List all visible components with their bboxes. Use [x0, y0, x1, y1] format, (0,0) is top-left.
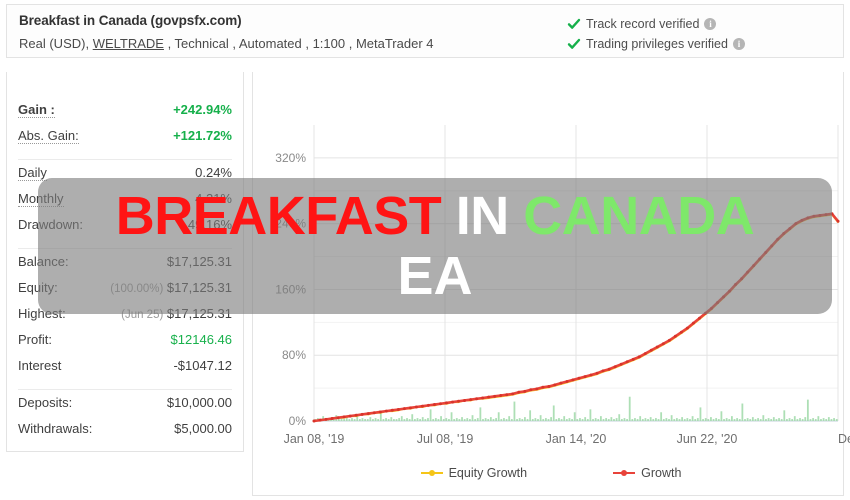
badge-track-record: Track record verified i	[567, 14, 745, 34]
stats-row-label: Drawdown:	[18, 217, 84, 232]
stats-row-label: Highest:	[18, 306, 66, 321]
stats-row: Abs. Gain: +121.72%	[7, 128, 243, 154]
y-axis-tick-label: 0%	[289, 414, 307, 428]
stats-row-label: Profit:	[18, 332, 52, 347]
stats-divider	[18, 159, 232, 160]
legend-swatch	[420, 470, 443, 476]
x-axis-tick-label: Jul 08, '19	[417, 432, 474, 446]
stats-row: Drawdown: 49.16%	[7, 217, 243, 243]
x-axis-tick-label: Jan 08, '19	[284, 432, 345, 446]
stats-row-label: Monthly	[18, 191, 64, 207]
stats-row-value: 4.21%	[195, 191, 232, 206]
stats-row-value: (100.00%) $17,125.31	[110, 280, 232, 295]
stats-row-label: Daily	[18, 165, 47, 181]
stats-divider	[18, 389, 232, 390]
y-axis-tick-label: 80%	[282, 348, 306, 362]
legend-label: Growth	[641, 466, 682, 480]
info-icon[interactable]: i	[704, 18, 717, 30]
stats-row-value: +242.94%	[173, 102, 232, 117]
stats-row-value: $17,125.31	[166, 254, 232, 269]
badge-trading-privileges: Trading privileges verified i	[567, 34, 745, 54]
stats-row-value: 49.16%	[187, 217, 232, 232]
info-icon[interactable]: i	[732, 38, 745, 50]
badge-trading-privileges-label: Trading privileges verified	[586, 37, 728, 51]
legend-item[interactable]: Equity Growth	[420, 466, 528, 480]
stats-row-value: $5,000.00	[174, 421, 232, 436]
stats-row-amount: $17,125.31	[166, 280, 232, 295]
badge-track-record-label: Track record verified	[586, 17, 700, 31]
stats-row-value: +121.72%	[173, 128, 232, 143]
stats-row-note: (Jun 25)	[121, 309, 164, 321]
x-axis-tick-label: Dec 02	[838, 432, 850, 446]
stats-row-label: Gain :	[18, 102, 55, 118]
stats-row: Equity: (100.00%) $17,125.31	[7, 280, 243, 306]
account-header-card: Breakfast in Canada (govpsfx.com) Real (…	[6, 4, 844, 58]
stats-row-label: Abs. Gain:	[18, 128, 79, 144]
stats-row-label: Deposits:	[18, 395, 73, 410]
stats-row-amount: $17,125.31	[166, 306, 232, 321]
y-axis-tick-label: 160%	[275, 282, 306, 296]
stats-row: Monthly 4.21%	[7, 191, 243, 217]
stats-panel: Gain : +242.94% Abs. Gain: +121.72% Daily 0.2…	[6, 72, 244, 452]
stats-row-value: (Jun 25) $17,125.31	[121, 306, 232, 321]
stats-row: Withdrawals: $5,000.00	[7, 421, 243, 447]
legend-item[interactable]: Growth	[613, 466, 681, 480]
stats-row-value: $10,000.00	[166, 395, 232, 410]
stats-row-label: Withdrawals:	[18, 421, 93, 436]
x-axis-tick-label: Jan 14, '20	[546, 432, 607, 446]
stats-divider	[18, 248, 232, 249]
stats-row: Deposits: $10,000.00	[7, 395, 243, 421]
legend-label: Equity Growth	[448, 466, 528, 480]
stats-row-value: $12146.46	[170, 332, 232, 347]
stats-row-note: (100.00%)	[110, 283, 164, 295]
account-meta: Real (USD), WELTRADE , Technical , Autom…	[19, 36, 434, 51]
stats-row: Profit: $12146.46	[7, 332, 243, 358]
broker-link[interactable]: WELTRADE	[93, 36, 164, 51]
x-axis-tick-label: Jun 22, '20	[677, 432, 738, 446]
check-icon	[567, 37, 581, 51]
check-icon	[567, 17, 581, 31]
account-type: Real (USD),	[19, 36, 93, 51]
legend-swatch	[613, 470, 636, 476]
page-title: Breakfast in Canada (govpsfx.com)	[19, 13, 242, 28]
stats-row-value: -$1047.12	[173, 358, 232, 373]
account-details: , Technical , Automated , 1:100 , MetaTr…	[163, 36, 434, 51]
stats-row: Daily 0.24%	[7, 165, 243, 191]
stats-row-label: Balance:	[18, 254, 69, 269]
stats-row: Gain : +242.94%	[7, 102, 243, 128]
y-axis-tick-label: 240%	[275, 217, 306, 231]
stats-row: Interest -$1047.12	[7, 358, 243, 384]
stats-row-value: 0.24%	[195, 165, 232, 180]
stats-row-label: Equity:	[18, 280, 58, 295]
stats-row: Balance: $17,125.31	[7, 254, 243, 280]
chart-legend: Equity Growth Growth	[252, 466, 850, 480]
stats-row: Highest: (Jun 25) $17,125.31	[7, 306, 243, 332]
stats-rows: Gain : +242.94% Abs. Gain: +121.72% Daily 0.2…	[7, 102, 243, 447]
y-axis-tick-label: 320%	[275, 151, 306, 165]
stats-row-label: Interest	[18, 358, 62, 373]
growth-chart: 0% 80% 160% 240% 320% Jan 08, '19 Jul 08, '19 J…	[252, 103, 850, 453]
verification-badges: Track record verified i Trading privileg…	[567, 14, 745, 54]
